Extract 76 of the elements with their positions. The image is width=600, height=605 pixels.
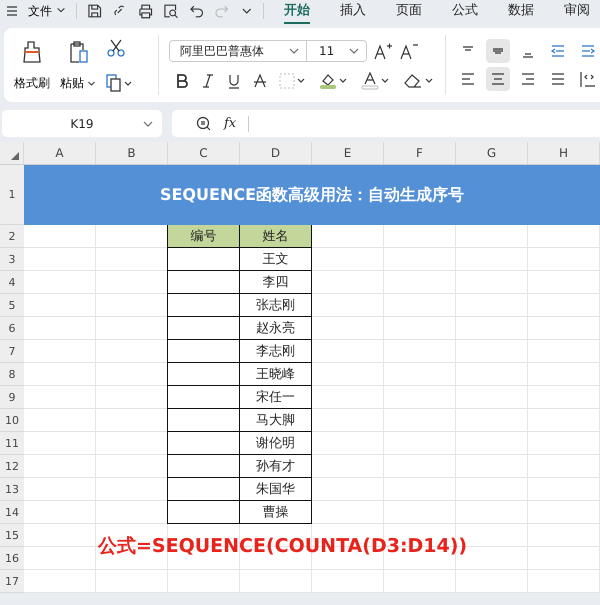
- table-cell: 孙有才: [240, 455, 312, 478]
- column-header[interactable]: H: [528, 142, 600, 165]
- table-header: 编号: [167, 225, 240, 248]
- table-cell: 朱国华: [240, 478, 312, 501]
- zoom-icon[interactable]: [196, 116, 212, 132]
- save-icon[interactable]: [86, 3, 102, 19]
- font-size-dropdown[interactable]: 11: [307, 40, 367, 62]
- row-header[interactable]: 3: [0, 248, 24, 271]
- table-cell: 王晓峰: [240, 363, 312, 386]
- bold-icon[interactable]: [175, 73, 189, 89]
- row-header[interactable]: 5: [0, 294, 24, 317]
- menu-icon[interactable]: [6, 5, 18, 17]
- fill-color-icon[interactable]: [319, 72, 349, 90]
- table-cell: 宋任一: [240, 386, 312, 409]
- ribbon-tab[interactable]: 审阅: [564, 0, 590, 24]
- ribbon-tab[interactable]: 页面: [396, 0, 422, 24]
- increase-font-icon[interactable]: [373, 42, 393, 60]
- row-header[interactable]: 16: [0, 547, 24, 570]
- table-cell: 李志刚: [240, 340, 312, 363]
- italic-icon[interactable]: [201, 73, 215, 89]
- row-header[interactable]: 4: [0, 271, 24, 294]
- formula-note: 公式=SEQUENCE(COUNTA(D3:D14)): [98, 534, 468, 558]
- align-center-icon[interactable]: [486, 67, 510, 91]
- underline-icon[interactable]: [227, 73, 241, 89]
- row-header[interactable]: 8: [0, 363, 24, 386]
- chevron-down-icon: [87, 78, 96, 88]
- file-menu[interactable]: 文件: [28, 2, 66, 20]
- format-painter-button[interactable]: 格式刷: [14, 38, 50, 92]
- table-cell: 赵永亮: [240, 317, 312, 340]
- column-header[interactable]: C: [168, 142, 240, 165]
- column-header[interactable]: A: [24, 142, 96, 165]
- strikethrough-icon[interactable]: [253, 73, 267, 89]
- ribbon-tab[interactable]: 插入: [340, 0, 366, 24]
- column-header[interactable]: G: [456, 142, 528, 165]
- table-cell: 马大脚: [240, 409, 312, 432]
- eraser-icon[interactable]: [403, 72, 435, 90]
- undo-icon[interactable]: [188, 3, 204, 19]
- row-header[interactable]: 12: [0, 455, 24, 478]
- column-header[interactable]: E: [312, 142, 384, 165]
- copy-icon[interactable]: [106, 74, 134, 92]
- column-header[interactable]: B: [96, 142, 168, 165]
- function-label[interactable]: fx: [224, 116, 236, 131]
- select-all-icon[interactable]: [11, 152, 19, 160]
- table-cell: 张志刚: [240, 294, 312, 317]
- row-header[interactable]: 13: [0, 478, 24, 501]
- align-middle-icon[interactable]: [486, 39, 510, 63]
- row-header[interactable]: 2: [0, 225, 24, 248]
- name-box[interactable]: K19: [2, 110, 162, 137]
- table-cell: 李四: [240, 271, 312, 294]
- table-cell: 谢伦明: [240, 432, 312, 455]
- title-banner: SEQUENCE函数高级用法：自动生成序号: [24, 165, 600, 225]
- ribbon-tab[interactable]: 开始: [284, 0, 310, 24]
- table-cell: 王文: [240, 248, 312, 271]
- cut-icon[interactable]: [106, 38, 126, 58]
- print-icon[interactable]: [138, 3, 154, 19]
- table-header: 姓名: [240, 225, 312, 248]
- ribbon-tab[interactable]: 公式: [452, 0, 478, 24]
- print-preview-icon[interactable]: [163, 3, 179, 19]
- table-cell: 曹操: [240, 501, 312, 524]
- decrease-font-icon[interactable]: [399, 42, 419, 60]
- row-header[interactable]: 9: [0, 386, 24, 409]
- column-header[interactable]: D: [240, 142, 312, 165]
- column-header[interactable]: F: [384, 142, 456, 165]
- ribbon-tab[interactable]: 数据: [508, 0, 534, 24]
- font-color-icon[interactable]: [361, 72, 391, 90]
- formula-bar[interactable]: fx: [172, 110, 600, 137]
- row-header[interactable]: 6: [0, 317, 24, 340]
- font-name-dropdown[interactable]: 阿里巴巴普惠体: [169, 40, 307, 62]
- row-header[interactable]: 1: [0, 165, 24, 225]
- row-header[interactable]: 15: [0, 524, 24, 547]
- row-header[interactable]: 11: [0, 432, 24, 455]
- row-header[interactable]: 7: [0, 340, 24, 363]
- row-header[interactable]: 17: [0, 570, 24, 593]
- row-header[interactable]: 10: [0, 409, 24, 432]
- row-header[interactable]: 14: [0, 501, 24, 524]
- paste-button[interactable]: 粘贴: [60, 38, 96, 92]
